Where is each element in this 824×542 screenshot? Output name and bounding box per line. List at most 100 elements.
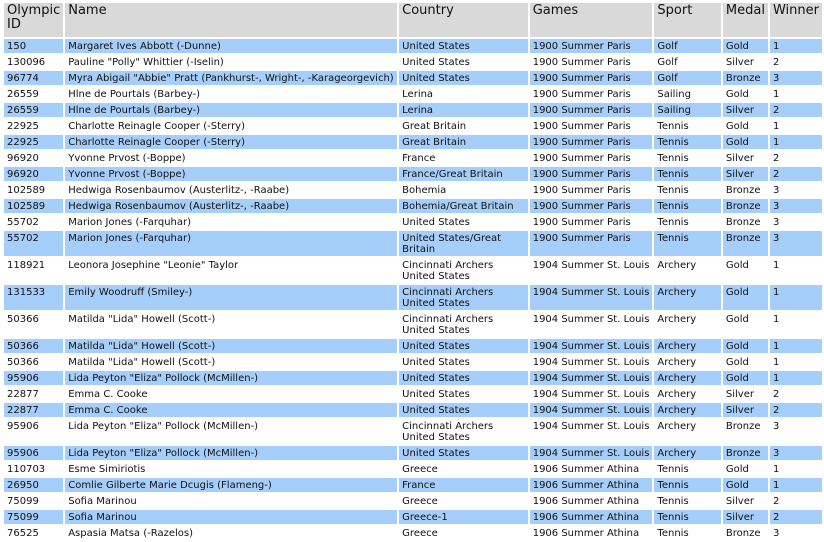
cell-country: Greece [402, 464, 438, 475]
cell-games: 1900 Summer Paris [532, 217, 631, 228]
cell-country: France/Great Britain [399, 167, 528, 181]
cell-games: 1904 Summer St. Louis [529, 403, 653, 417]
cell-country: United States/Great Britain [399, 231, 528, 256]
cell-country: Cincinnati Archers United States [402, 314, 494, 336]
cell-winner: 2 [772, 57, 780, 68]
cell-olympic-id: 75099 [7, 496, 39, 507]
cell-winner: 3 [769, 446, 822, 460]
cell-name: Charlotte Reinagle Cooper (-Sterry) [68, 121, 246, 132]
cell-winner: 2 [769, 103, 822, 117]
table-row[interactable]: 102589 Hedwiga Rosenbaumov (Austerlitz-, … [4, 183, 822, 197]
cell-games: 1906 Summer Athina [532, 496, 640, 507]
cell-name: Hedwiga Rosenbaumov (Austerlitz-, -Raabe… [65, 199, 398, 213]
cell-olympic-id: 95906 [4, 446, 64, 460]
cell-name: Lida Peyton "Eliza" Pollock (McMillen-) [65, 371, 398, 385]
table-row[interactable]: 110703 Esme Simiriotis Greece 1906 Summer A… [4, 462, 822, 476]
table-row[interactable]: 131533 Emily Woodruff (Smiley-) Cincinnati… [4, 285, 822, 310]
cell-winner: 3 [769, 231, 822, 256]
table-row[interactable]: 55702 Marion Jones (-Farquhar) United Stat… [4, 231, 822, 256]
cell-olympic-id: 50366 [4, 339, 64, 353]
table-row[interactable]: 55702 Marion Jones (-Farquhar) United Stat… [4, 215, 822, 229]
cell-olympic-id: 50366 [7, 314, 39, 325]
cell-games: 1900 Summer Paris [532, 121, 631, 132]
cell-country: Lerina [402, 89, 434, 100]
cell-sport: Tennis [657, 121, 689, 132]
cell-olympic-id: 96774 [4, 71, 64, 85]
cell-olympic-id: 26950 [4, 478, 64, 492]
cell-sport: Golf [654, 71, 721, 85]
cell-name: Esme Simiriotis [68, 464, 146, 475]
cell-country: United States [399, 39, 528, 53]
cell-olympic-id: 96920 [7, 153, 39, 164]
cell-sport: Tennis [657, 153, 689, 164]
table-row[interactable]: 26950 Comlie Gilberte Marie Dcugis (Flame… [4, 478, 822, 492]
cell-sport: Archery [657, 357, 697, 368]
table-row[interactable]: 130096 Pauline "Polly" Whittier (-Iselin)… [4, 55, 822, 69]
cell-winner: 2 [769, 403, 822, 417]
cell-sport: Tennis [657, 496, 689, 507]
cell-sport: Tennis [654, 135, 721, 149]
cell-name: Comlie Gilberte Marie Dcugis (Flameng-) [65, 478, 398, 492]
table-row[interactable]: 150 Margaret Ives Abbott (-Dunne) United S… [4, 39, 822, 53]
cell-winner: 1 [769, 135, 822, 149]
cell-games: 1904 Summer St. Louis [529, 371, 653, 385]
cell-games: 1900 Summer Paris [529, 231, 653, 256]
cell-name: Emma C. Cooke [65, 403, 398, 417]
column-header-medal[interactable]: Medal [722, 3, 768, 37]
cell-name: Pauline "Polly" Whittier (-Iselin) [68, 57, 224, 68]
cell-olympic-id: 75099 [4, 510, 64, 524]
table-row[interactable]: 22877 Emma C. Cooke United States 1904 Summ… [4, 403, 822, 417]
table-row[interactable]: 22925 Charlotte Reinagle Cooper (-Sterry)… [4, 135, 822, 149]
column-header-sport[interactable]: Sport [654, 3, 721, 37]
column-header-games[interactable]: Games [529, 3, 653, 37]
cell-country: United States [402, 57, 470, 68]
cell-games: 1900 Summer Paris [532, 89, 631, 100]
table-row[interactable]: 22925 Charlotte Reinagle Cooper (-Sterry)… [4, 119, 822, 133]
table-row[interactable]: 26559 Hlne de Pourtals (Barbey-) Lerina 190… [4, 103, 822, 117]
cell-games: 1904 Summer St. Louis [532, 421, 650, 432]
column-header-country[interactable]: Country [399, 3, 528, 37]
cell-games: 1900 Summer Paris [529, 103, 653, 117]
cell-games: 1906 Summer Athina [529, 478, 653, 492]
cell-winner: 3 [772, 421, 780, 432]
cell-winner: 3 [772, 185, 780, 196]
cell-winner: 1 [769, 285, 822, 310]
cell-olympic-id: 26559 [7, 89, 39, 100]
cell-name: Matilda "Lida" Howell (Scott-) [68, 314, 216, 325]
medal-table: Olympic ID Name Country Games Sport Meda… [2, 1, 824, 542]
table-row[interactable]: 75099 Sofia Marinou Greece 1906 Summer Athi… [4, 494, 822, 508]
table-row[interactable]: 95906 Lida Peyton "Eliza" Pollock (McMill… [4, 446, 822, 460]
table-row[interactable]: 96920 Yvonne Prvost (-Boppe) France 1900 Su… [4, 151, 822, 165]
table-row[interactable]: 118921 Leonora Josephine "Leonie" Taylor C… [4, 258, 822, 283]
cell-sport: Archery [654, 339, 721, 353]
table-row[interactable]: 26559 Hlne de Pourtals (Barbey-) Lerina 190… [4, 87, 822, 101]
cell-country: Cincinnati Archers United States [399, 285, 528, 310]
table-row[interactable]: 96774 Myra Abigail "Abbie" Pratt (Pankhur… [4, 71, 822, 85]
cell-medal: Silver [725, 153, 754, 164]
table-row[interactable]: 75099 Sofia Marinou Greece-1 1906 Summer At… [4, 510, 822, 524]
table-row[interactable]: 102589 Hedwiga Rosenbaumov (Austerlitz-, … [4, 199, 822, 213]
column-header-olympic-id[interactable]: Olympic ID [4, 3, 64, 37]
cell-country: United States [399, 446, 528, 460]
cell-games: 1904 Summer St. Louis [532, 389, 650, 400]
cell-olympic-id: 95906 [4, 371, 64, 385]
column-header-winner[interactable]: Winner [769, 3, 822, 37]
table-row[interactable]: 95906 Lida Peyton "Eliza" Pollock (McMill… [4, 419, 822, 444]
cell-country: United States [399, 71, 528, 85]
table-row[interactable]: 50366 Matilda "Lida" Howell (Scott-) Cinci… [4, 312, 822, 337]
cell-games: 1900 Summer Paris [532, 153, 631, 164]
cell-country: Great Britain [402, 121, 467, 132]
column-header-name[interactable]: Name [65, 3, 398, 37]
cell-winner: 3 [769, 71, 822, 85]
cell-medal: Bronze [722, 446, 768, 460]
table-row[interactable]: 50366 Matilda "Lida" Howell (Scott-) Unite… [4, 339, 822, 353]
cell-sport: Archery [654, 403, 721, 417]
table-row[interactable]: 95906 Lida Peyton "Eliza" Pollock (McMill… [4, 371, 822, 385]
table-row[interactable]: 96920 Yvonne Prvost (-Boppe) France/Great … [4, 167, 822, 181]
cell-country: France [402, 153, 436, 164]
table-row[interactable]: 22877 Emma C. Cooke United States 1904 Summ… [4, 387, 822, 401]
cell-name: Leonora Josephine "Leonie" Taylor [68, 260, 239, 271]
table-row[interactable]: 50366 Matilda "Lida" Howell (Scott-) Unite… [4, 355, 822, 369]
cell-sport: Tennis [654, 510, 721, 524]
cell-country: United States [402, 217, 470, 228]
